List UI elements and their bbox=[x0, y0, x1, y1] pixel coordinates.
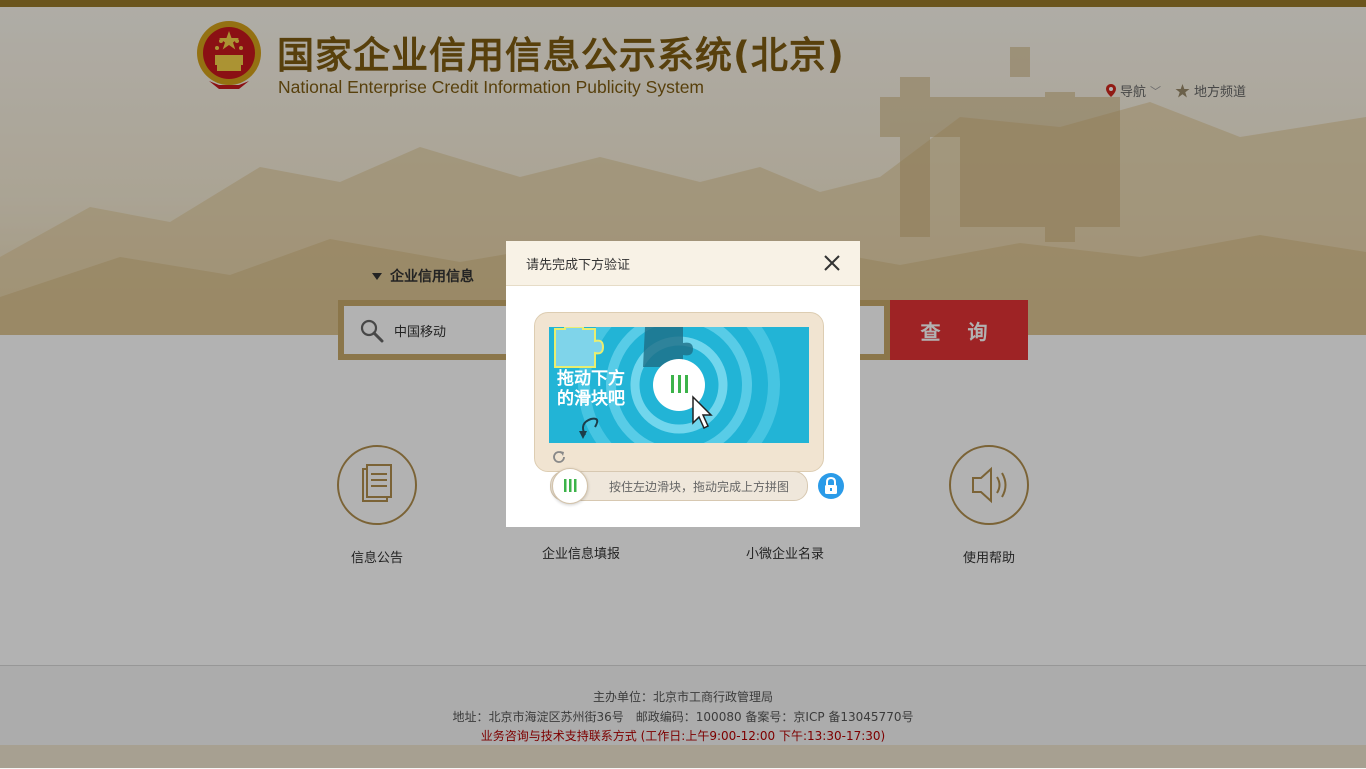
captcha-frame: 拖动下方 的滑块吧 bbox=[534, 312, 824, 472]
captcha-instruction-line1: 拖动下方 bbox=[557, 369, 625, 389]
captcha-instruction: 拖动下方 的滑块吧 bbox=[557, 369, 625, 409]
slider-track: 按住左边滑块，拖动完成上方拼图 bbox=[550, 471, 808, 501]
captcha-instruction-line2: 的滑块吧 bbox=[557, 389, 625, 409]
captcha-dialog: 请先完成下方验证 拖动下方 的滑块吧 按住左边滑块，拖动完成上方拼图 bbox=[506, 241, 860, 527]
captcha-image: 拖动下方 的滑块吧 bbox=[549, 327, 809, 443]
close-icon[interactable] bbox=[822, 253, 842, 273]
grip-icon bbox=[564, 479, 577, 492]
refresh-icon[interactable] bbox=[551, 449, 567, 465]
slider-handle[interactable] bbox=[552, 468, 588, 504]
dialog-header: 请先完成下方验证 bbox=[506, 241, 860, 286]
dialog-title: 请先完成下方验证 bbox=[526, 258, 631, 273]
lock-icon bbox=[818, 473, 844, 499]
slider-hint: 按住左边滑块，拖动完成上方拼图 bbox=[609, 480, 790, 494]
